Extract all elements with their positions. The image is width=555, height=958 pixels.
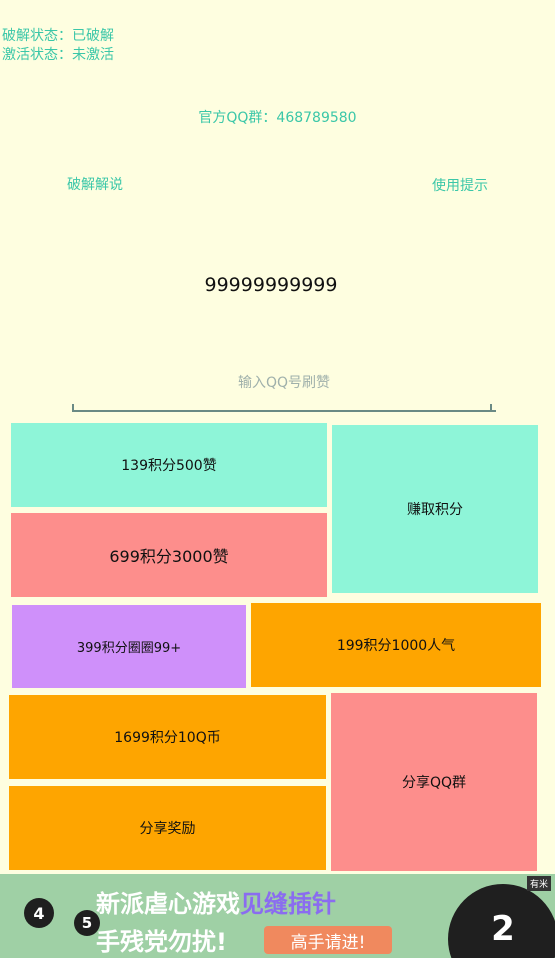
ad-headline: 新派虐心游戏见缝插针 xyxy=(96,884,336,919)
crack-explain-link[interactable]: 破解解说 xyxy=(67,174,123,194)
tile-139-points-500-likes[interactable]: 139积分500赞 xyxy=(11,423,327,507)
activation-status: 激活状态：未激活 xyxy=(2,47,114,63)
tile-399-points-circle[interactable]: 399积分圈圈99+ xyxy=(12,605,246,688)
ad-headline-part2: 见缝插针 xyxy=(240,890,336,918)
points-value: 99999999999 xyxy=(204,274,338,296)
share-reward-button[interactable]: 分享奖励 xyxy=(9,786,326,870)
ad-cta-button[interactable]: 高手请进! xyxy=(264,926,392,954)
ad-tag: 有米 xyxy=(526,876,551,891)
usage-tips-link[interactable]: 使用提示 xyxy=(432,175,488,195)
share-qq-group-button[interactable]: 分享QQ群 xyxy=(331,693,537,871)
tile-699-points-3000-likes[interactable]: 699积分3000赞 xyxy=(11,513,327,597)
ad-subline: 手残党勿扰! xyxy=(96,928,227,956)
tile-199-points-1000-popularity[interactable]: 199积分1000人气 xyxy=(251,603,541,687)
ad-ball-2: 2 xyxy=(448,884,555,958)
crack-status: 破解状态：已破解 xyxy=(2,28,114,44)
qq-group-label: 官方QQ群：468789580 xyxy=(198,110,357,126)
tile-1699-points-10-qcoin[interactable]: 1699积分10Q币 xyxy=(9,695,326,779)
ad-ball-4: 4 xyxy=(24,898,54,928)
input-edge-left xyxy=(72,404,74,410)
earn-points-button[interactable]: 赚取积分 xyxy=(332,425,538,593)
ad-ball-2-number: 2 xyxy=(491,909,515,949)
input-edge-right xyxy=(490,404,492,410)
ad-headline-part1: 新派虐心游戏 xyxy=(96,890,240,918)
qq-number-input[interactable] xyxy=(72,356,496,412)
ad-banner[interactable]: 4 5 2 新派虐心游戏见缝插针 手残党勿扰! 高手请进! 有米 xyxy=(0,874,555,958)
